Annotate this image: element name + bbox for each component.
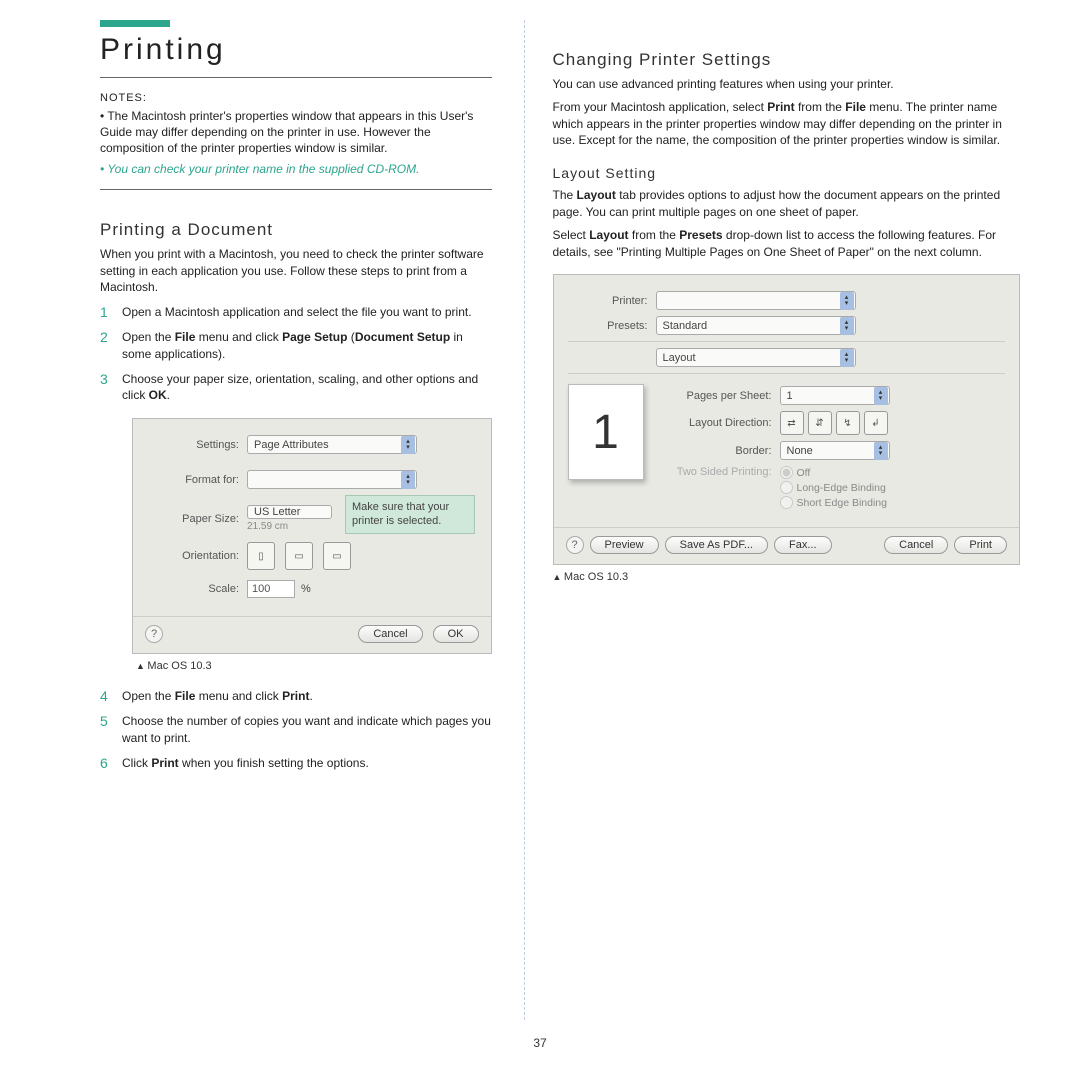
print-layout-dialog: Printer: Presets: Standard La — [553, 274, 1021, 565]
ok-button[interactable]: OK — [433, 625, 479, 643]
subhead-change-settings: Changing Printer Settings — [553, 50, 1021, 70]
dropdown-arrows-icon — [874, 442, 888, 460]
paragraph: The Layout tab provides options to adjus… — [553, 187, 1021, 221]
dialog-caption: Mac OS 10.3 — [553, 571, 1021, 583]
paragraph: Select Layout from the Presets drop-down… — [553, 227, 1021, 261]
printer-callout: Make sure that your printer is selected. — [345, 495, 475, 534]
presets-label: Presets: — [568, 320, 648, 332]
help-button[interactable]: ? — [566, 536, 584, 554]
intro-text: When you print with a Macintosh, you nee… — [100, 246, 492, 296]
paper-size-select[interactable]: US Letter — [247, 505, 332, 519]
layout-dir-button-2[interactable]: ⇵ — [808, 411, 832, 435]
settings-select[interactable]: Page Attributes — [247, 435, 417, 454]
save-as-pdf-button[interactable]: Save As PDF... — [665, 536, 768, 554]
subhead-print-doc: Printing a Document — [100, 220, 492, 240]
fax-button[interactable]: Fax... — [774, 536, 832, 554]
section-value: Layout — [663, 352, 696, 364]
presets-value: Standard — [663, 320, 708, 332]
dropdown-arrows-icon — [874, 387, 888, 405]
step-text: Open the File menu and click Page Setup … — [122, 329, 492, 363]
border-label: Border: — [662, 445, 772, 457]
two-sided-short-radio[interactable]: Short Edge Binding — [780, 496, 887, 509]
pages-per-sheet-label: Pages per Sheet: — [662, 390, 772, 402]
cancel-button[interactable]: Cancel — [358, 625, 422, 643]
step-number: 3 — [100, 371, 122, 387]
paragraph: From your Macintosh application, select … — [553, 99, 1021, 149]
dropdown-arrows-icon — [840, 292, 854, 310]
pages-per-sheet-value: 1 — [787, 390, 793, 402]
format-for-select[interactable] — [247, 470, 417, 489]
dropdown-arrows-icon — [401, 436, 415, 454]
layout-dir-button-1[interactable]: ⇄ — [780, 411, 804, 435]
orientation-reverse-button[interactable]: ▭ — [323, 542, 351, 570]
two-sided-long-radio[interactable]: Long-Edge Binding — [780, 481, 887, 494]
layout-dir-button-3[interactable]: ↯ — [836, 411, 860, 435]
border-select[interactable]: None — [780, 441, 890, 460]
paper-size-value: US Letter — [254, 506, 300, 518]
section-select[interactable]: Layout — [656, 348, 856, 367]
preview-button[interactable]: Preview — [590, 536, 659, 554]
note-item-rom: You can check your printer name in the s… — [100, 161, 492, 177]
notes-heading: NOTES: — [100, 92, 492, 104]
step-number: 5 — [100, 713, 122, 729]
print-button[interactable]: Print — [954, 536, 1007, 554]
orientation-portrait-button[interactable]: ▯ — [247, 542, 275, 570]
cancel-button[interactable]: Cancel — [884, 536, 948, 554]
note-item: The Macintosh printer's properties windo… — [100, 108, 492, 157]
scale-pct: % — [301, 583, 311, 595]
page-number: 37 — [0, 1030, 1080, 1050]
printer-label: Printer: — [568, 295, 648, 307]
presets-select[interactable]: Standard — [656, 316, 856, 335]
step-number: 6 — [100, 755, 122, 771]
step-text: Click Print when you finish setting the … — [122, 755, 369, 772]
scale-input[interactable] — [247, 580, 295, 598]
printer-select[interactable] — [656, 291, 856, 310]
orientation-landscape-button[interactable]: ▭ — [285, 542, 313, 570]
page-title: Printing — [100, 33, 492, 67]
border-value: None — [787, 445, 813, 457]
dropdown-arrows-icon — [840, 349, 854, 367]
step-text: Choose your paper size, orientation, sca… — [122, 371, 492, 405]
pages-per-sheet-select[interactable]: 1 — [780, 386, 890, 405]
step-text: Open a Macintosh application and select … — [122, 304, 472, 321]
paper-size-sub: 21.59 cm — [247, 521, 332, 532]
page-setup-dialog: Settings: Page Attributes Format for: — [132, 418, 492, 654]
dropdown-arrows-icon — [840, 317, 854, 335]
settings-value: Page Attributes — [254, 439, 329, 451]
layout-direction-label: Layout Direction: — [662, 417, 772, 429]
two-sided-off-radio[interactable]: Off — [780, 466, 887, 479]
scale-label: Scale: — [147, 583, 239, 595]
orientation-label: Orientation: — [147, 550, 239, 562]
step-number: 4 — [100, 688, 122, 704]
subhead-layout: Layout Setting — [553, 165, 1021, 181]
format-for-label: Format for: — [147, 474, 239, 486]
dialog-caption: Mac OS 10.3 — [136, 660, 492, 672]
step-number: 1 — [100, 304, 122, 320]
settings-label: Settings: — [147, 439, 239, 451]
layout-dir-button-4[interactable]: ↲ — [864, 411, 888, 435]
help-button[interactable]: ? — [145, 625, 163, 643]
step-text: Choose the number of copies you want and… — [122, 713, 492, 747]
step-text: Open the File menu and click Print. — [122, 688, 313, 705]
paragraph: You can use advanced printing features w… — [553, 76, 1021, 93]
two-sided-label: Two Sided Printing: — [662, 466, 772, 478]
paper-size-label: Paper Size: — [147, 513, 239, 525]
dropdown-arrows-icon — [401, 471, 415, 489]
step-number: 2 — [100, 329, 122, 345]
layout-preview-thumbnail: 1 — [568, 384, 644, 480]
